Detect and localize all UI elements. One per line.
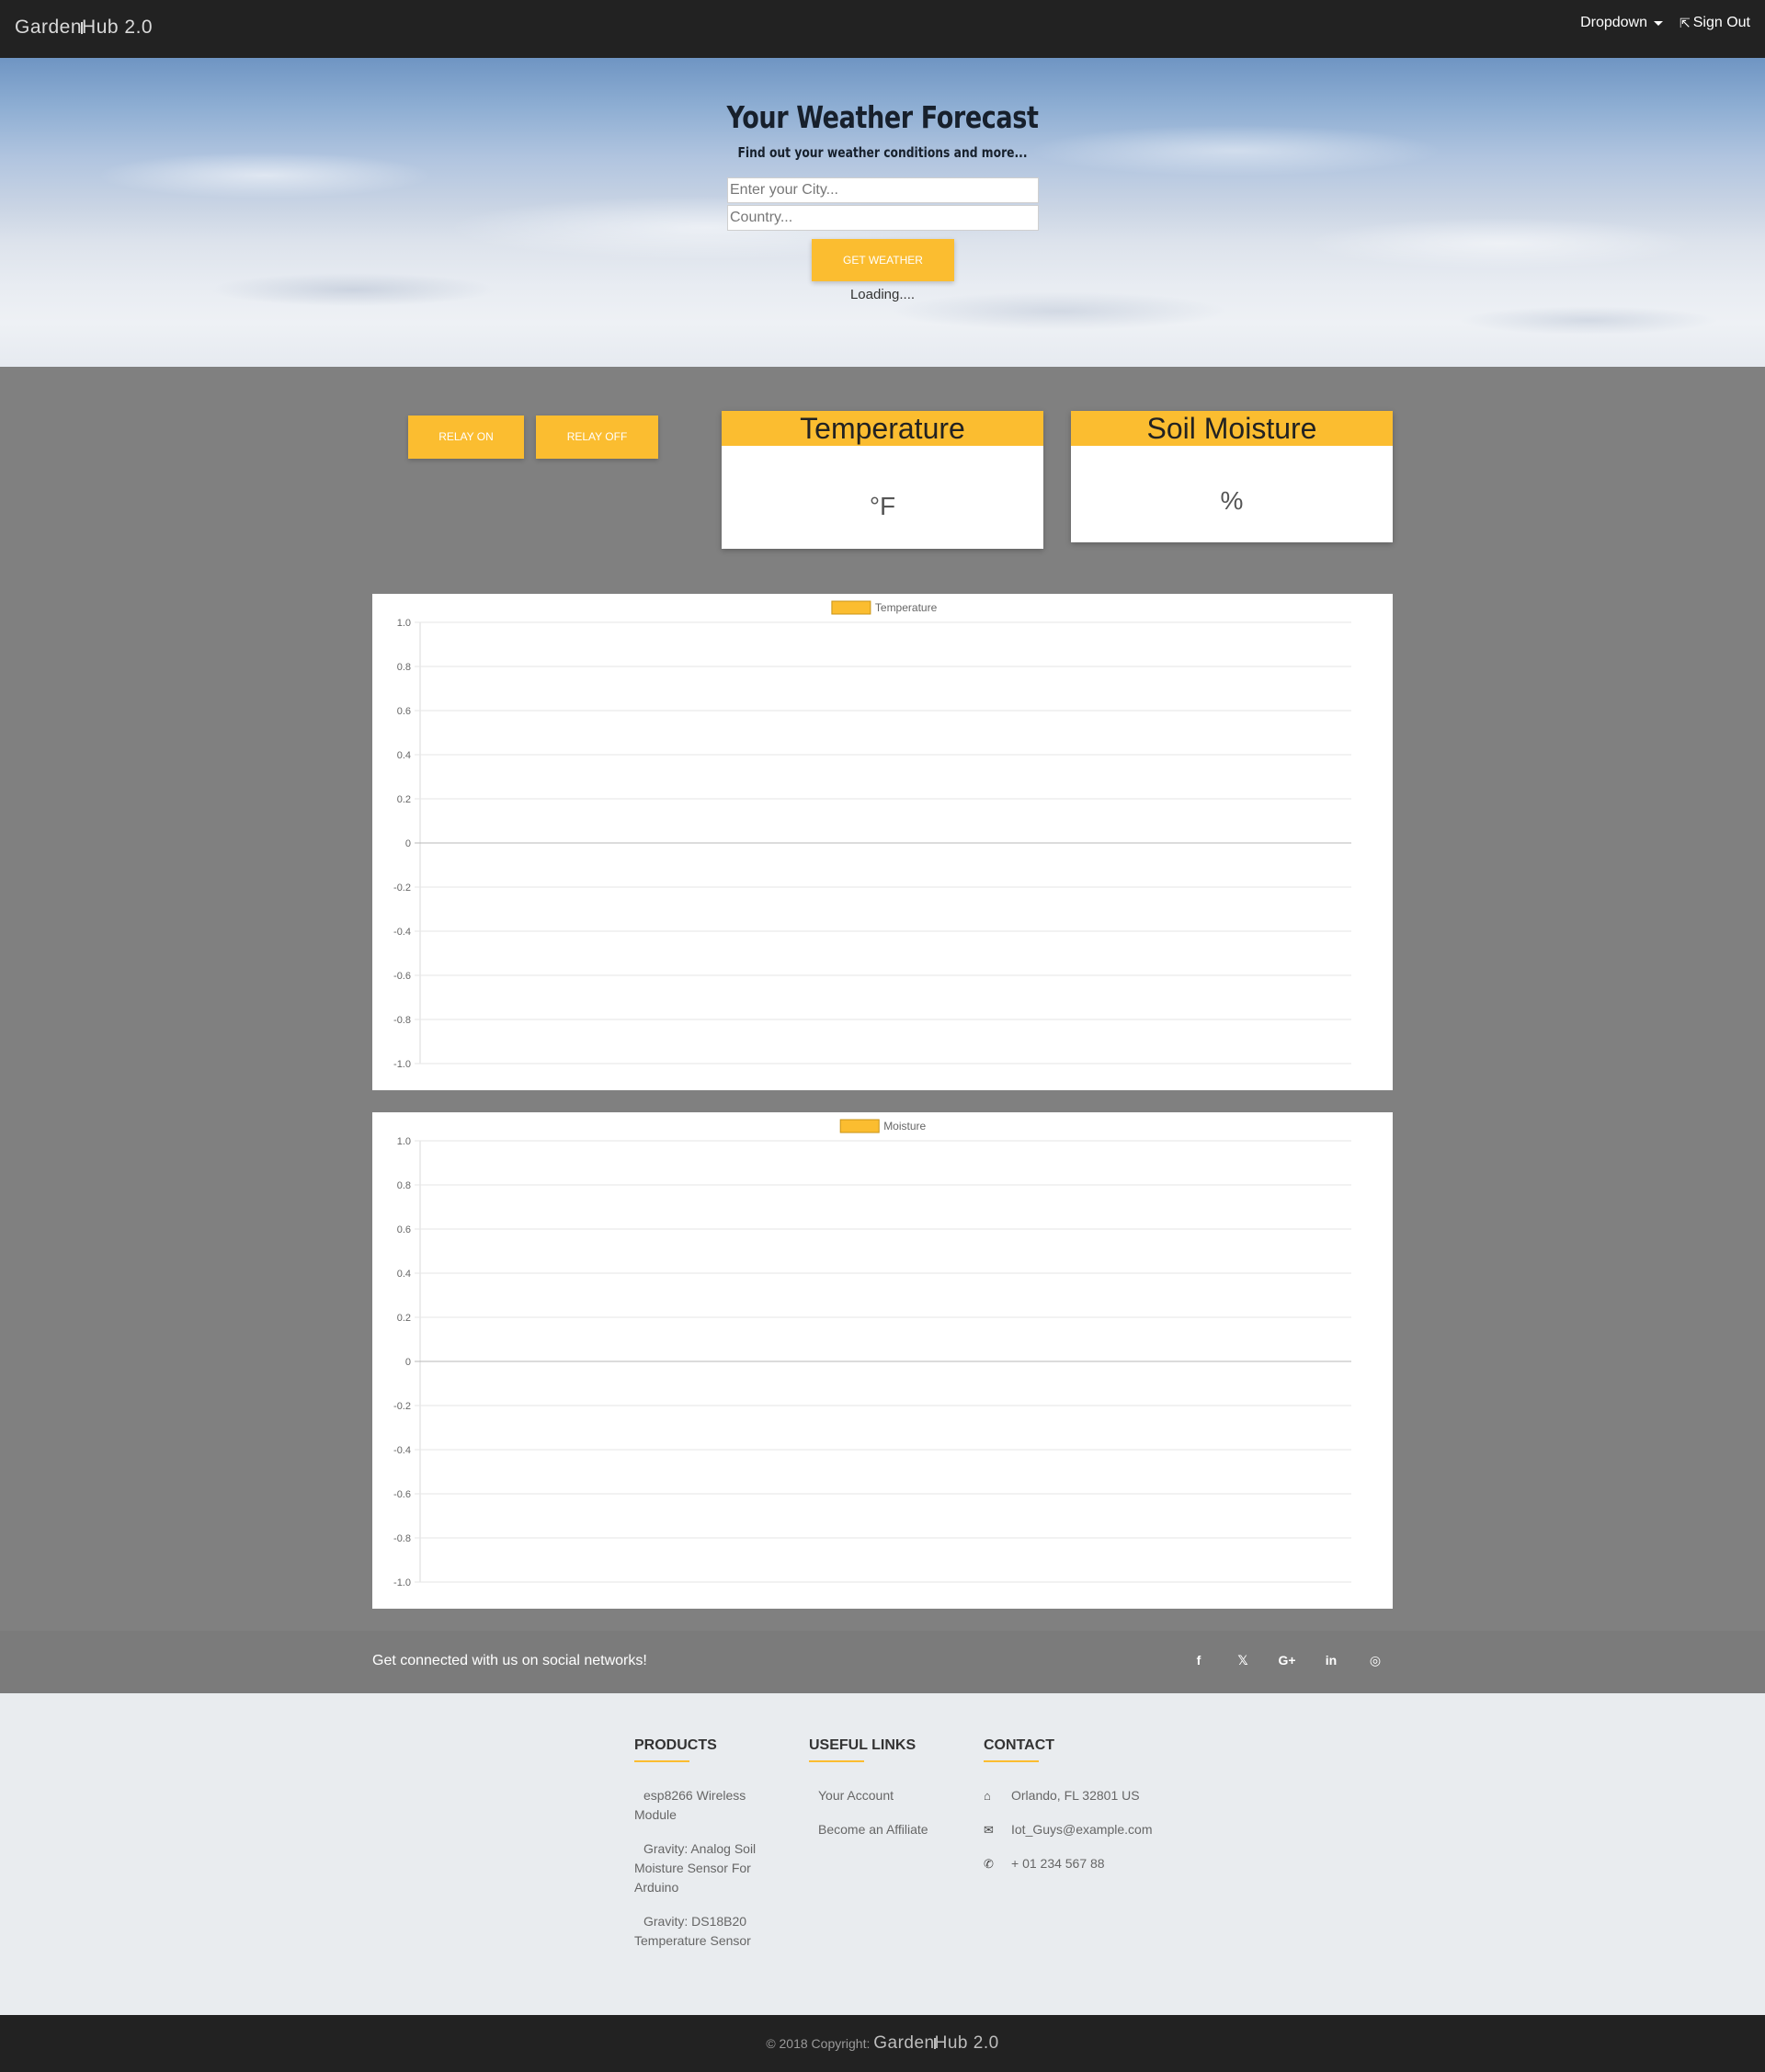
footer-products: PRODUCTS esp8266 Wireless Module Gravity…: [634, 1737, 772, 1965]
relay-off-button[interactable]: RELAY OFF: [536, 416, 658, 459]
y-tick-label: 0.2: [397, 794, 411, 805]
navbar: GardenHub 2.0 Dropdown ⇱ Sign Out: [0, 0, 1765, 58]
nav-right: Dropdown ⇱ Sign Out: [1580, 15, 1750, 31]
facebook-icon[interactable]: f: [1177, 1653, 1221, 1668]
your-account-link[interactable]: Your Account: [809, 1786, 947, 1805]
signout-label: Sign Out: [1692, 15, 1750, 30]
copyright-text: © 2018 Copyright:: [766, 2036, 871, 2051]
y-tick-label: -0.2: [393, 1401, 411, 1412]
y-tick-label: 0.4: [397, 1269, 411, 1280]
address-text: Orlando, FL 32801 US: [1011, 1788, 1140, 1803]
soil-moisture-value: %: [1220, 486, 1244, 515]
useful-links-heading: USEFUL LINKS: [809, 1737, 917, 1753]
copyright: © 2018 Copyright: GardenHub 2.0: [0, 2033, 1765, 2054]
weather-status: Loading....: [849, 287, 916, 302]
copyright-bar: © 2018 Copyright: GardenHub 2.0: [0, 2015, 1765, 2072]
y-tick-label: 0.6: [397, 1224, 411, 1235]
country-input[interactable]: [727, 205, 1039, 231]
heading-underline: [984, 1760, 1039, 1762]
twitter-icon[interactable]: 𝕏: [1221, 1653, 1265, 1668]
y-tick-label: -1.0: [393, 1577, 411, 1588]
y-tick-label: -0.4: [393, 1445, 411, 1456]
home-icon: ⌂: [984, 1789, 991, 1803]
product-link[interactable]: Gravity: DS18B20 Temperature Sensor: [634, 1912, 772, 1951]
hero-subtitle: Find out your weather conditions and mor…: [737, 144, 1028, 161]
copyright-brand[interactable]: GardenHub 2.0: [873, 2033, 998, 2053]
y-tick-label: -1.0: [393, 1059, 411, 1070]
signout-link[interactable]: ⇱ Sign Out: [1680, 15, 1750, 31]
product-link[interactable]: Gravity: Analog Soil Moisture Sensor For…: [634, 1839, 772, 1897]
become-affiliate-link[interactable]: Become an Affiliate: [809, 1820, 947, 1839]
contact-heading: CONTACT: [984, 1737, 1055, 1753]
contact-phone: ✆ + 01 234 567 88: [984, 1854, 1223, 1873]
contact-address: ⌂ Orlando, FL 32801 US: [984, 1786, 1223, 1805]
temperature-card: Temperature °F: [722, 411, 1043, 549]
footer: PRODUCTS esp8266 Wireless Module Gravity…: [0, 1693, 1765, 2015]
phone-text: + 01 234 567 88: [1011, 1856, 1105, 1871]
dropdown-label: Dropdown: [1580, 15, 1647, 30]
heading-underline: [809, 1760, 864, 1762]
y-tick-label: -0.6: [393, 1489, 411, 1500]
google-plus-icon[interactable]: G+: [1265, 1653, 1309, 1668]
envelope-icon: ✉: [984, 1823, 994, 1837]
soil-moisture-card-title: Soil Moisture: [1071, 411, 1393, 446]
y-tick-label: 0.4: [397, 750, 411, 761]
y-tick-label: 0: [405, 1357, 411, 1368]
legend-swatch: [831, 600, 871, 615]
legend-swatch: [839, 1119, 880, 1133]
y-tick-label: 1.0: [397, 618, 411, 629]
y-tick-label: 0.6: [397, 706, 411, 717]
y-tick-label: -0.8: [393, 1533, 411, 1544]
signout-icon: ⇱: [1680, 15, 1691, 30]
y-tick-label: 0: [405, 838, 411, 849]
products-heading: PRODUCTS: [634, 1737, 717, 1753]
get-weather-button[interactable]: GET WEATHER: [812, 239, 954, 281]
hero-title: Your Weather Forecast: [726, 99, 1039, 135]
moisture-chart-svg: 1.0 0.8 0.6 0.4 0.2 0 -0.2 -0.4 -0.6 -0.8 -1.0 Mois…: [393, 1119, 1351, 1588]
temperature-chart: 1.0 0.8 0.6 0.4 0.2 0 -0.2 -0.4 -0.6 -0.8 -1.0 Temp…: [372, 594, 1393, 1090]
contact-email: ✉ Iot_Guys@example.com: [984, 1820, 1223, 1839]
footer-useful-links: USEFUL LINKS Your Account Become an Affi…: [809, 1737, 947, 1854]
phone-icon: ✆: [984, 1857, 994, 1871]
temperature-card-title: Temperature: [722, 411, 1043, 446]
city-input[interactable]: [727, 177, 1039, 203]
instagram-icon[interactable]: ◎: [1353, 1653, 1397, 1668]
y-tick-label: 0.8: [397, 1180, 411, 1191]
email-text[interactable]: Iot_Guys@example.com: [1011, 1820, 1153, 1839]
social-text: Get connected with us on social networks…: [372, 1653, 647, 1668]
weather-hero: Your Weather Forecast Find out your weat…: [0, 58, 1765, 367]
y-tick-label: -0.6: [393, 971, 411, 982]
y-tick-label: 0.8: [397, 662, 411, 673]
y-tick-label: -0.8: [393, 1015, 411, 1026]
temperature-value: °F: [869, 492, 896, 520]
linkedin-icon[interactable]: in: [1309, 1653, 1353, 1668]
temperature-chart-svg: 1.0 0.8 0.6 0.4 0.2 0 -0.2 -0.4 -0.6 -0.8 -1.0 Temp…: [393, 600, 1351, 1070]
heading-underline: [634, 1760, 689, 1762]
y-tick-label: 1.0: [397, 1136, 411, 1147]
dropdown-menu[interactable]: Dropdown: [1580, 15, 1663, 31]
footer-contact: CONTACT ⌂ Orlando, FL 32801 US ✉ Iot_Guy…: [984, 1737, 1223, 1888]
y-tick-label: 0.2: [397, 1313, 411, 1324]
legend-label: Temperature: [875, 601, 938, 614]
caret-down-icon: [1654, 20, 1663, 26]
social-icons: f 𝕏 G+ in ◎: [1177, 1653, 1397, 1668]
relay-on-button[interactable]: RELAY ON: [408, 416, 524, 459]
moisture-chart: 1.0 0.8 0.6 0.4 0.2 0 -0.2 -0.4 -0.6 -0.8 -1.0 Mois…: [372, 1112, 1393, 1609]
social-bar: Get connected with us on social networks…: [0, 1631, 1765, 1693]
legend-label: Moisture: [883, 1120, 926, 1133]
product-link[interactable]: esp8266 Wireless Module: [634, 1786, 772, 1825]
y-tick-label: -0.2: [393, 882, 411, 894]
soil-moisture-card: Soil Moisture %: [1071, 411, 1393, 542]
brand-logo[interactable]: GardenHub 2.0: [15, 17, 153, 39]
y-tick-label: -0.4: [393, 927, 411, 938]
